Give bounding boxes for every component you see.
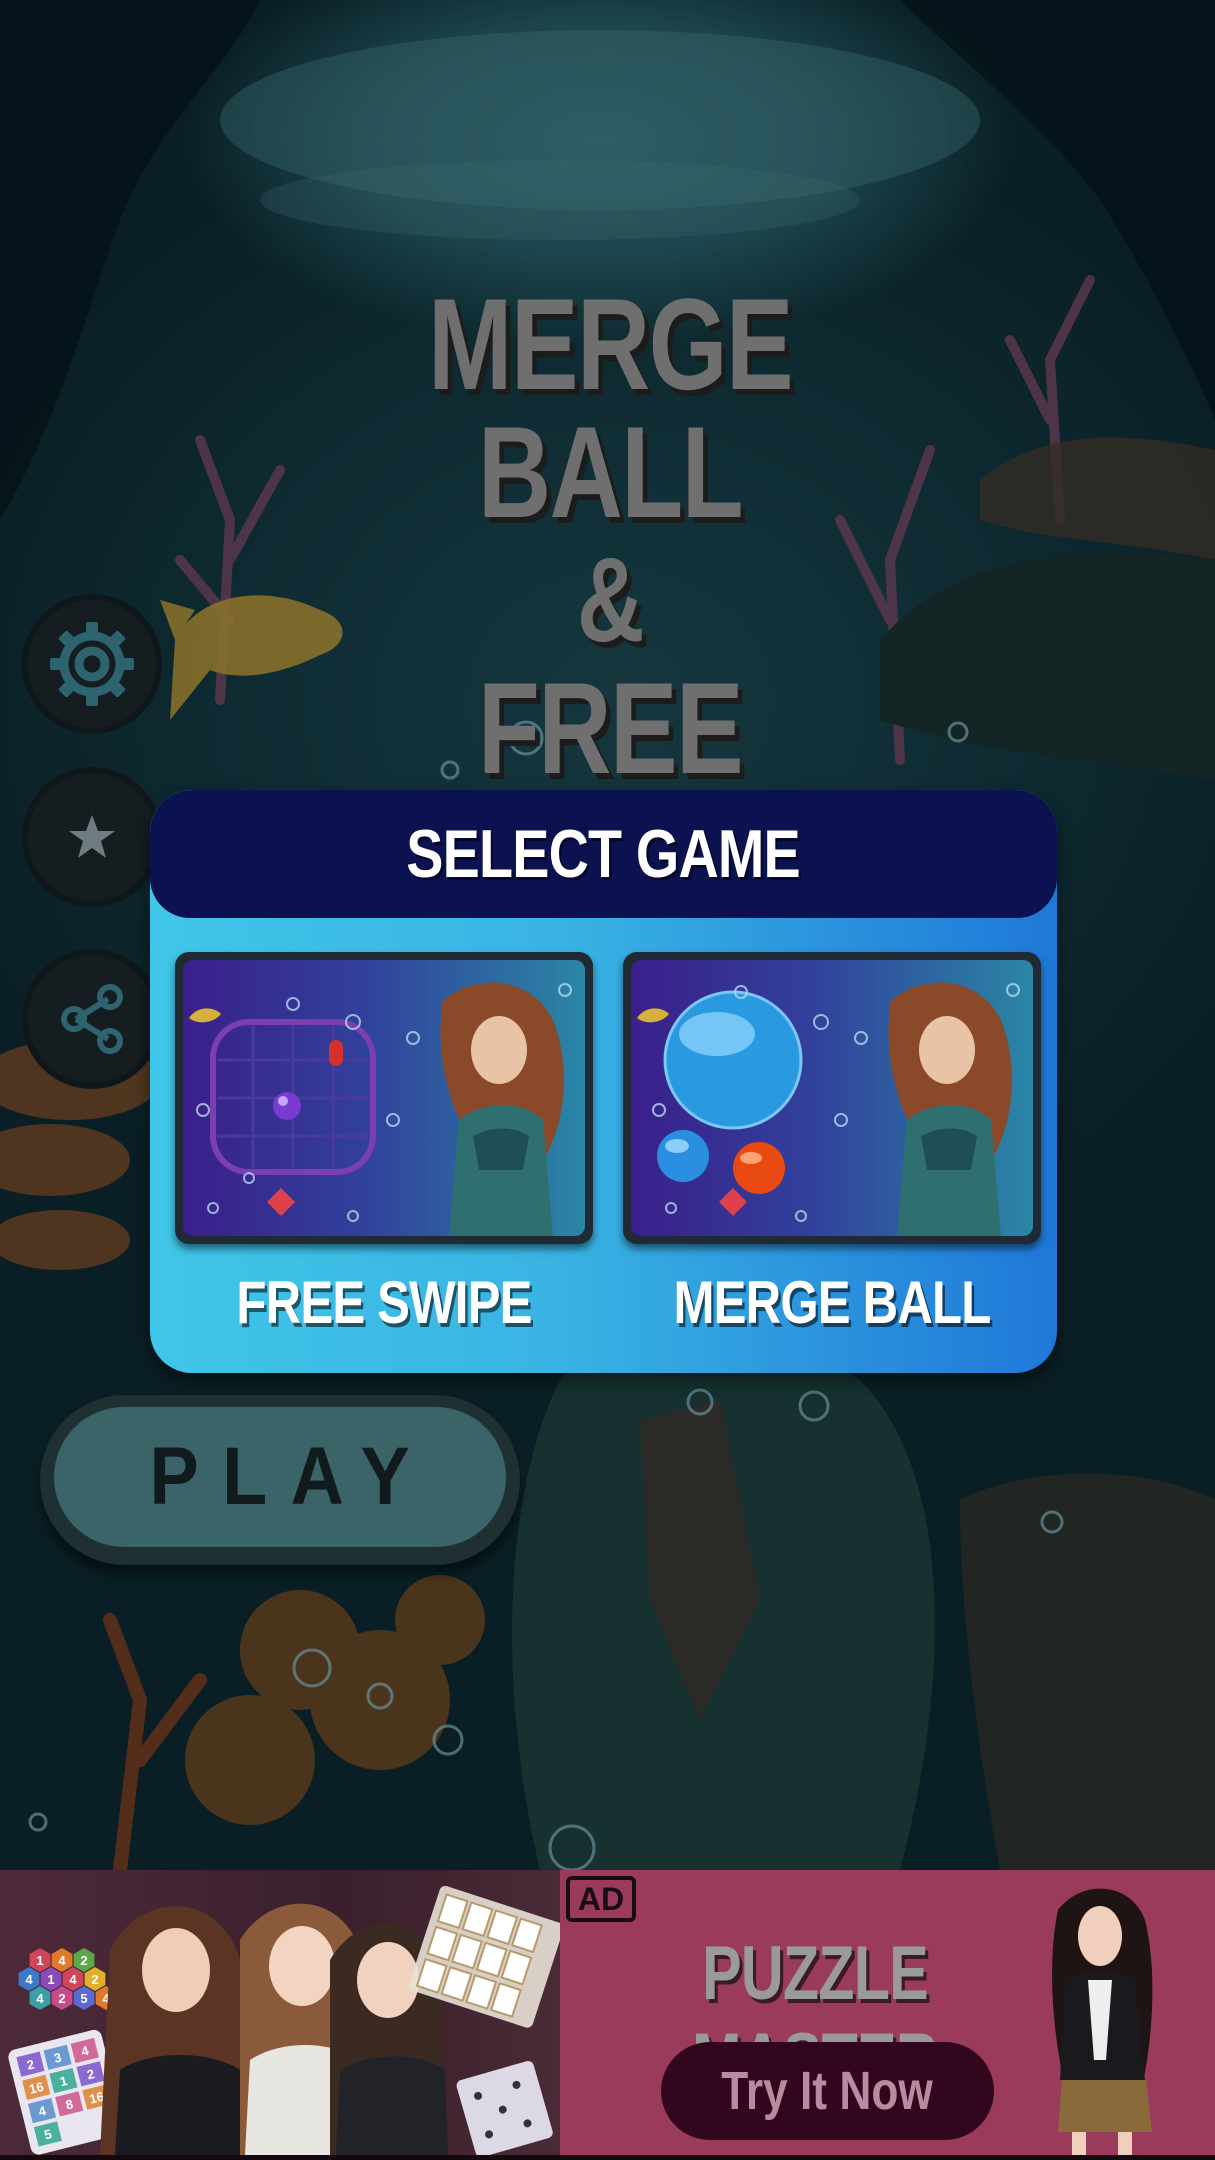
hex-number-tile: 2 [73, 1948, 95, 1972]
hex-number-tile: 4 [62, 1967, 84, 1991]
svg-text:2: 2 [80, 1953, 87, 1968]
svg-text:4: 4 [69, 1972, 77, 1987]
dialog-header: SELECT GAME [150, 790, 1057, 918]
ad-artwork: 14241424254 2 3 4 16 1 2 4 8 16 5 [0, 1870, 560, 2155]
play-button-face: PLAY [54, 1407, 506, 1547]
settings-gear-icon [50, 622, 134, 706]
hex-number-tile: 1 [40, 1967, 62, 1991]
ad-cta-label: Try It Now [721, 2061, 934, 2121]
hex-puzzle-graphic: 1 4 24 1 4 24 2 5 4 [18, 1948, 117, 2010]
game-label-merge-ball[interactable]: MERGE BALL [661, 1268, 1004, 1337]
share-icon [61, 984, 123, 1054]
hex-number-tile: 4 [29, 1986, 51, 2010]
rate-button[interactable] [28, 773, 156, 901]
title-ampersand: & [576, 533, 645, 667]
ad-badge: AD [566, 1876, 636, 1922]
settings-button[interactable] [28, 600, 156, 728]
title-line-merge-ball: MERGE BALL [427, 271, 794, 545]
hex-number-tile: 5 [73, 1986, 95, 2010]
svg-text:2: 2 [91, 1972, 98, 1987]
play-button[interactable]: PLAY [40, 1395, 520, 1565]
hex-number-tile: 2 [51, 1986, 73, 2010]
hex-number-tile: 4 [51, 1948, 73, 1972]
svg-text:4: 4 [58, 1953, 66, 1968]
hex-number-tile: 2 [84, 1967, 106, 1991]
merge-ball-thumbnail [631, 960, 1033, 1236]
game-card-free-swipe[interactable] [175, 952, 593, 1244]
svg-text:1: 1 [36, 1953, 43, 1968]
svg-text:4: 4 [36, 1991, 44, 2006]
select-game-dialog: SELECT GAME FREE SWIPE MERGE BALL [150, 790, 1057, 1373]
play-label: PLAY [149, 1431, 434, 1522]
ad-try-it-now-button[interactable]: Try It Now [661, 2042, 994, 2140]
hex-number-tile: 4 [18, 1967, 40, 1991]
merge-ball-artwork [637, 982, 1020, 1236]
svg-text:4: 4 [25, 1972, 33, 1987]
free-swipe-thumbnail [183, 960, 585, 1236]
game-label-free-swipe[interactable]: FREE SWIPE [213, 1268, 556, 1337]
hex-number-tile: 1 [29, 1948, 51, 1972]
svg-text:5: 5 [80, 1991, 87, 2006]
share-button[interactable] [28, 955, 156, 1083]
ad-banner[interactable]: 14241424254 2 3 4 16 1 2 4 8 16 5 AD PUZ… [0, 1870, 1215, 2160]
free-swipe-artwork [189, 982, 572, 1236]
game-card-merge-ball[interactable] [623, 952, 1041, 1244]
ad-artwork-graphics: 1 4 24 1 4 24 2 5 4 2 3 416 1 24 8 165 [8, 1885, 560, 2155]
star-icon [69, 815, 115, 858]
dialog-title: SELECT GAME [406, 816, 802, 892]
svg-text:1: 1 [47, 1972, 54, 1987]
svg-text:2: 2 [58, 1991, 65, 2006]
